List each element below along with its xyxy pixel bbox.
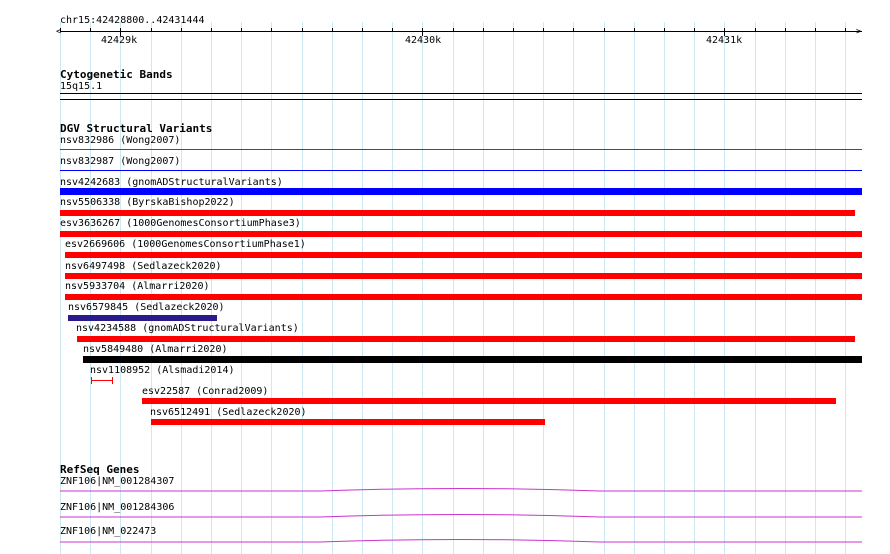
variant-label[interactable]: nsv832987 (Wong2007)	[60, 156, 180, 168]
variant-bar[interactable]	[65, 252, 862, 258]
gridline	[211, 22, 212, 554]
gene-model[interactable]	[60, 486, 862, 494]
ruler-tick	[151, 28, 152, 32]
gridline	[362, 22, 363, 554]
cytoband-top-line	[60, 93, 862, 94]
ruler-tick	[785, 28, 786, 32]
variant-label[interactable]: nsv5506338 (ByrskaBishop2022)	[60, 197, 235, 209]
gridline	[241, 22, 242, 554]
ruler-tick	[332, 28, 333, 32]
variant-bar[interactable]	[60, 188, 862, 195]
gridline	[664, 22, 665, 554]
gridline	[755, 22, 756, 554]
gridline	[694, 22, 695, 554]
ruler-tick	[362, 28, 363, 32]
variant-bar[interactable]	[65, 294, 862, 300]
variant-interval-right-cap	[112, 377, 113, 384]
gridline	[724, 22, 725, 554]
ruler-tick	[543, 28, 544, 32]
location-label: chr15:42428800..42431444	[60, 15, 205, 26]
variant-label[interactable]: esv2669606 (1000GenomesConsortiumPhase1)	[65, 239, 306, 251]
variant-label[interactable]: nsv4234588 (gnomADStructuralVariants)	[76, 323, 299, 335]
variant-interval-left-cap	[91, 377, 92, 384]
ruler-tick	[483, 28, 484, 32]
variant-interval[interactable]	[91, 380, 113, 381]
ruler-tick	[694, 28, 695, 32]
variant-label[interactable]: nsv5933704 (Almarri2020)	[65, 281, 210, 293]
ruler-tick	[453, 28, 454, 32]
ruler-tick	[392, 28, 393, 32]
gridline	[483, 22, 484, 554]
gridline	[392, 22, 393, 554]
ruler-right-arrow: >	[856, 27, 862, 37]
ruler-tick	[302, 28, 303, 32]
gridline	[332, 22, 333, 554]
variant-label[interactable]: nsv1108952 (Alsmadi2014)	[90, 365, 235, 377]
dgv-track-title: DGV Structural Variants	[60, 122, 213, 135]
gridline	[271, 22, 272, 554]
variant-bar[interactable]	[83, 356, 862, 363]
ruler-label-42429k: 42429k	[101, 35, 138, 46]
gridline	[422, 22, 423, 554]
ruler-tick	[604, 28, 605, 32]
variant-label[interactable]: esv3636267 (1000GenomesConsortiumPhase3)	[60, 218, 301, 230]
variant-bar[interactable]	[60, 170, 862, 171]
variant-bar[interactable]	[77, 336, 855, 342]
gridline	[785, 22, 786, 554]
ruler-tick	[271, 28, 272, 32]
ruler-tick	[755, 28, 756, 32]
gridline	[815, 22, 816, 554]
variant-bar[interactable]	[68, 315, 217, 321]
gene-model[interactable]	[60, 512, 862, 520]
ruler-tick	[211, 28, 212, 32]
variant-bar[interactable]	[65, 273, 862, 279]
variant-label[interactable]: nsv832986 (Wong2007)	[60, 135, 180, 147]
ruler-tick	[815, 28, 816, 32]
variant-label[interactable]: nsv6512491 (Sedlazeck2020)	[150, 407, 307, 419]
gridline	[604, 22, 605, 554]
ruler-tick	[181, 28, 182, 32]
variant-label[interactable]: nsv5849480 (Almarri2020)	[83, 344, 228, 356]
ruler-tick	[513, 28, 514, 32]
ruler-label-42431k: 42431k	[706, 35, 743, 46]
variant-bar[interactable]	[60, 149, 862, 150]
variant-bar[interactable]	[60, 231, 862, 237]
ruler-tick	[664, 28, 665, 32]
variant-bar[interactable]	[142, 398, 836, 404]
gridline	[513, 22, 514, 554]
cytoband-track-title: Cytogenetic Bands	[60, 68, 173, 81]
ruler-tick	[90, 28, 91, 32]
gridline	[573, 22, 574, 554]
gridline	[543, 22, 544, 554]
ruler-tick	[60, 28, 61, 32]
gridline	[634, 22, 635, 554]
gridline	[302, 22, 303, 554]
cytoband-label: 15q15.1	[60, 81, 103, 92]
gridline	[453, 22, 454, 554]
variant-label[interactable]: nsv6497498 (Sedlazeck2020)	[65, 261, 222, 273]
ruler-tick	[241, 28, 242, 32]
variant-label[interactable]: esv22587 (Conrad2009)	[142, 386, 268, 398]
refseq-track-title: RefSeq Genes	[60, 463, 140, 476]
ruler-tick	[573, 28, 574, 32]
variant-bar[interactable]	[151, 419, 545, 425]
variant-bar[interactable]	[60, 210, 855, 216]
gene-model[interactable]	[60, 537, 862, 545]
ruler-label-42430k: 42430k	[405, 35, 442, 46]
variant-label[interactable]: nsv6579845 (Sedlazeck2020)	[68, 302, 225, 314]
ruler-tick	[634, 28, 635, 32]
ruler-tick	[845, 28, 846, 32]
gridline	[845, 22, 846, 554]
cytoband-bottom-line	[60, 99, 862, 100]
genome-browser-panel: chr15:42428800..42431444 < > 42429k 4243…	[0, 0, 890, 554]
